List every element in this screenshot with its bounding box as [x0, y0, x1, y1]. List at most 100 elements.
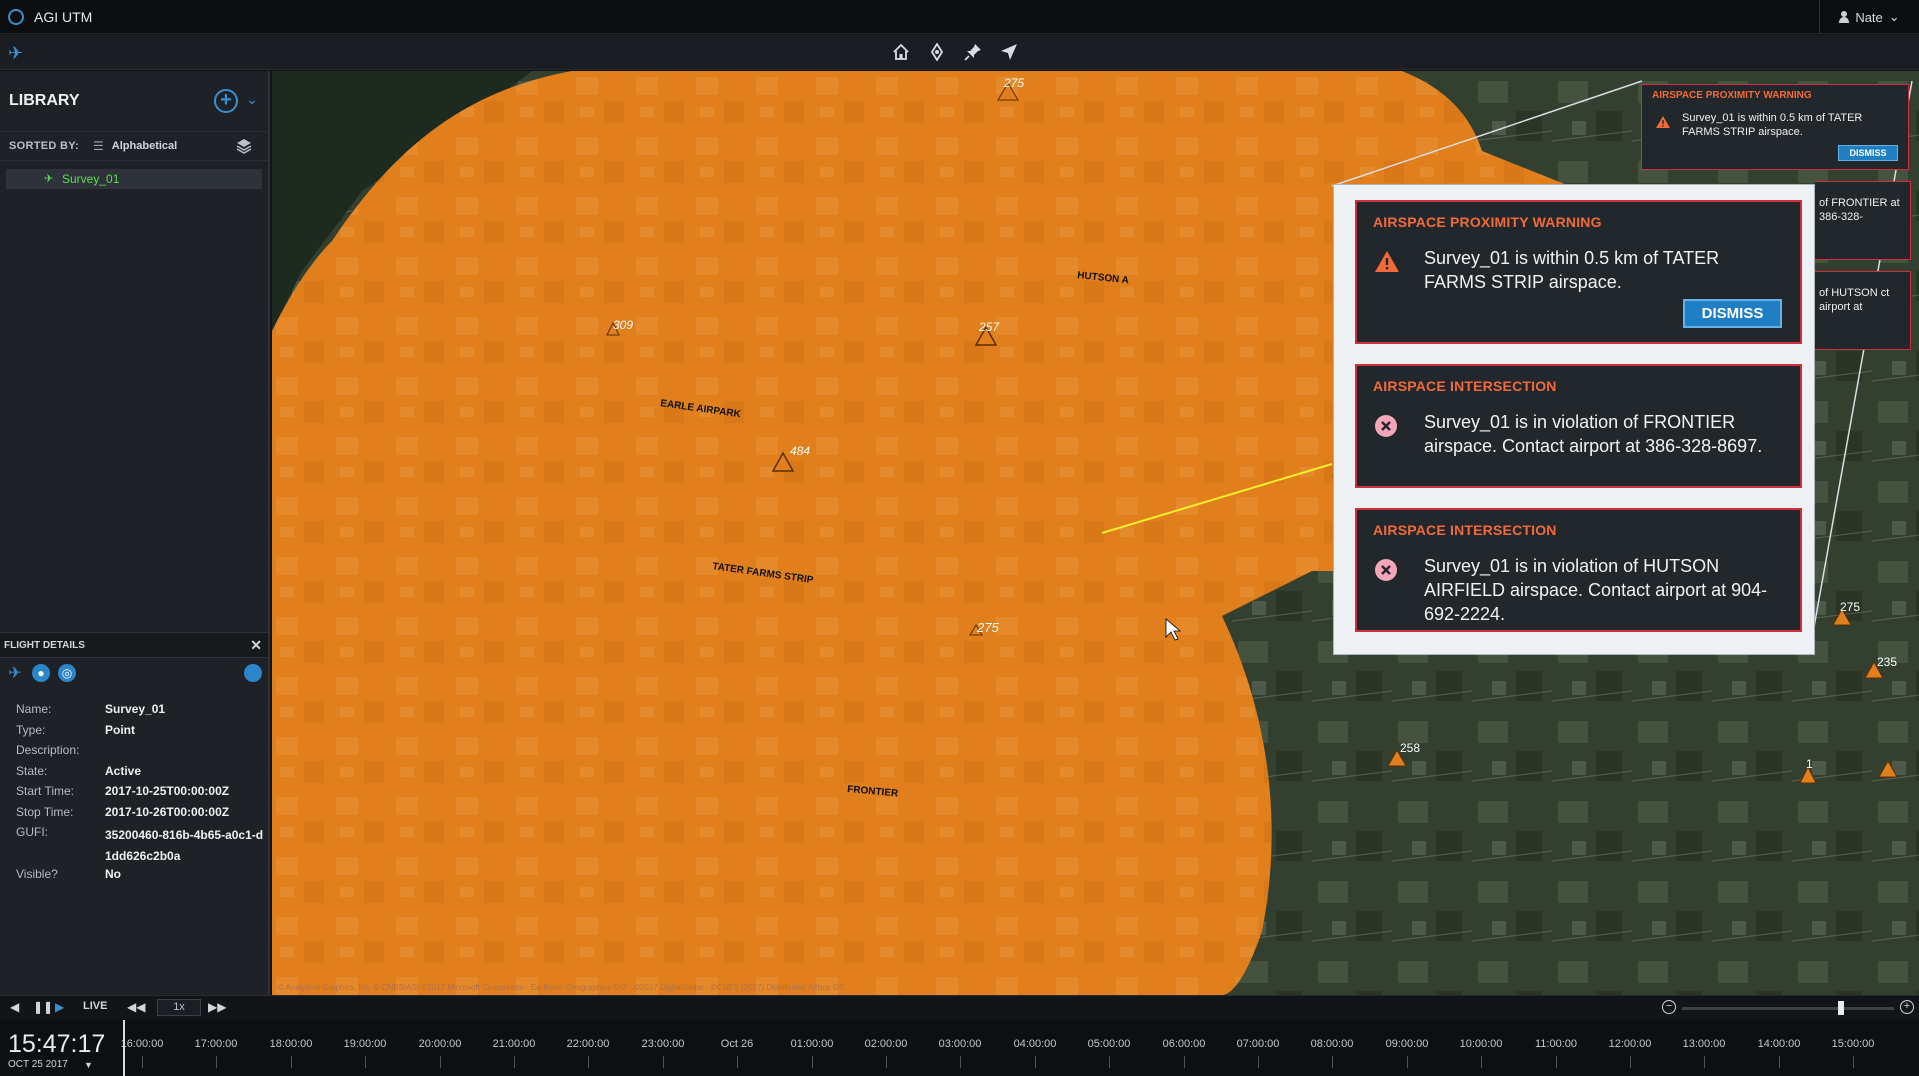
timeline-tick: [737, 1056, 738, 1068]
timeline-tick: [1630, 1056, 1631, 1068]
waypoint-icon[interactable]: [926, 41, 948, 63]
marker-label: 484: [790, 444, 810, 458]
error-icon: [1375, 559, 1397, 586]
add-icon[interactable]: +: [214, 89, 238, 113]
zoom-out-icon[interactable]: −: [1662, 1000, 1676, 1014]
layers-icon[interactable]: [236, 138, 252, 157]
timeline-tick-label: 14:00:00: [1757, 1038, 1801, 1050]
timeline-tick-label: 23:00:00: [641, 1038, 685, 1050]
airplane-icon[interactable]: ✈: [6, 664, 24, 682]
agi-logo-icon: [8, 8, 24, 25]
timeline-tick: [663, 1056, 664, 1068]
sorted-by-label: SORTED BY:: [9, 140, 80, 152]
proximity-warning-alert: AIRSPACE PROXIMITY WARNING Survey_01 is …: [1355, 200, 1802, 344]
timeline-tick: [1556, 1056, 1557, 1068]
gufi-value[interactable]: 35200460-816b-4b65-a0c1-d1dd626c2b0a: [105, 825, 265, 867]
detail-key: State:: [16, 763, 48, 778]
rewind-icon[interactable]: ◀◀: [127, 1000, 145, 1014]
timeline-tick: [886, 1056, 887, 1068]
timeline-cursor[interactable]: [123, 1020, 125, 1076]
detail-value: Survey_01: [105, 702, 166, 716]
dismiss-button[interactable]: DISMISS: [1683, 299, 1782, 328]
timeline-tick-label: 06:00:00: [1162, 1038, 1206, 1050]
zoom-slider-thumb[interactable]: [1838, 1001, 1844, 1015]
app-title: AGI UTM: [34, 8, 93, 25]
detail-value: Point: [105, 722, 135, 737]
database-icon[interactable]: ●: [32, 664, 50, 682]
mini-warning-title: AIRSPACE PROXIMITY WARNING: [1652, 90, 1812, 101]
warning-icon: [1375, 251, 1399, 277]
timeline-tick: [514, 1056, 515, 1068]
detail-row: Type: Point: [16, 723, 265, 744]
alert-title: AIRSPACE PROXIMITY WARNING: [1373, 214, 1602, 230]
mini-dismiss-button[interactable]: DISMISS: [1838, 145, 1898, 161]
marker-label: 235: [1877, 655, 1897, 669]
alert-title: AIRSPACE INTERSECTION: [1373, 378, 1557, 394]
detail-key: GUFI:: [16, 825, 48, 839]
warning-icon: [1656, 115, 1670, 133]
detail-value: 2017-10-26T00:00:00Z: [105, 804, 230, 819]
timeline-tick: [216, 1056, 217, 1068]
timeline[interactable]: 15:47:17 OCT 25 2017 ▼ 16:00:00 17:00:00 1…: [0, 1020, 1919, 1076]
home-icon[interactable]: [890, 41, 912, 63]
timeline-tick-label: 16:00:00: [120, 1038, 164, 1050]
fast-forward-icon[interactable]: ▶▶: [208, 1000, 226, 1014]
flight-details-header: FLIGHT DETAILS ✕: [0, 632, 268, 658]
timeline-tick-label: 07:00:00: [1236, 1038, 1280, 1050]
zoom-slider-track[interactable]: [1682, 1007, 1894, 1010]
marker-label: 257: [978, 320, 1000, 334]
pause-icon[interactable]: ❚❚: [33, 1000, 53, 1014]
timeline-tick: [1779, 1056, 1780, 1068]
sort-value[interactable]: Alphabetical: [112, 140, 177, 152]
timeline-tick-label: 04:00:00: [1013, 1038, 1057, 1050]
timeline-tick: [1109, 1056, 1110, 1068]
timeline-tick-label: 20:00:00: [418, 1038, 462, 1050]
timeline-tick-label: 15:00:00: [1831, 1038, 1875, 1050]
timeline-tick-label: 22:00:00: [566, 1038, 610, 1050]
airplane-icon[interactable]: ✈: [8, 43, 23, 64]
timeline-labels: 16:00:00 17:00:00 18:00:00 19:00:00 20:00:00…: [0, 1020, 1919, 1076]
left-panel: LIBRARY + ⌄ SORTED BY: ☰ Alphabetical ✈ …: [0, 71, 270, 995]
zoom-in-icon[interactable]: +: [1900, 1000, 1914, 1014]
marker-label: 275: [1003, 76, 1024, 90]
chevron-down-icon[interactable]: ⌄: [246, 91, 258, 108]
speed-input[interactable]: 1x: [157, 999, 201, 1016]
mini-proximity-warning: AIRSPACE PROXIMITY WARNING Survey_01 is …: [1641, 84, 1909, 170]
detail-row: Visible? No: [16, 867, 265, 888]
timeline-tick-label: 21:00:00: [492, 1038, 536, 1050]
timeline-tick-label: 11:00:00: [1534, 1038, 1578, 1050]
library-title: LIBRARY: [9, 92, 80, 109]
sort-list-icon[interactable]: ☰: [93, 139, 104, 153]
timeline-tick: [291, 1056, 292, 1068]
app-window: AGI UTM Nate ⌄ ✈ LIBRARY + ⌄ SORTED BY: …: [0, 0, 1919, 1076]
timeline-tick-label: 03:00:00: [938, 1038, 982, 1050]
detail-row: Name: Survey_01: [16, 702, 265, 723]
play-icon[interactable]: ▶: [55, 1000, 64, 1014]
pin-icon[interactable]: [962, 41, 984, 63]
close-icon[interactable]: ✕: [250, 637, 262, 654]
user-menu[interactable]: Nate ⌄: [1819, 0, 1919, 34]
intersection-alert-frontier: AIRSPACE INTERSECTION Survey_01 is in vi…: [1355, 364, 1802, 488]
timeline-tick-label: 13:00:00: [1682, 1038, 1726, 1050]
user-name: Nate: [1855, 9, 1883, 25]
alert-message: Survey_01 is within 0.5 km of TATER FARM…: [1424, 248, 1720, 292]
step-back-icon[interactable]: ◀: [10, 1000, 19, 1014]
globe-icon[interactable]: ◎: [58, 664, 76, 682]
clock-icon[interactable]: [244, 664, 262, 682]
library-item-survey-01[interactable]: ✈ Survey_01: [6, 169, 262, 189]
live-button[interactable]: LIVE: [83, 1000, 107, 1012]
detail-row: Start Time: 2017-10-25T00:00:00Z: [16, 784, 265, 805]
detail-row: Description:: [16, 743, 265, 764]
timeline-tick-label: Oct 26: [720, 1038, 754, 1050]
navigate-icon[interactable]: [998, 41, 1020, 63]
timeline-tick: [440, 1056, 441, 1068]
alert-message: Survey_01 is in violation of HUTSON AIRF…: [1424, 556, 1768, 624]
side-alert-card: of FRONTIER at 386-328-: [1815, 181, 1911, 260]
timeline-tick: [1332, 1056, 1333, 1068]
detail-row: Stop Time: 2017-10-26T00:00:00Z: [16, 805, 265, 826]
airplane-icon: ✈: [44, 173, 54, 185]
title-bar: AGI UTM Nate ⌄: [0, 0, 1919, 34]
side-alert-card: of HUTSON ct airport at: [1815, 271, 1911, 350]
flight-details-title: FLIGHT DETAILS: [4, 639, 85, 651]
timeline-tick-label: 02:00:00: [864, 1038, 908, 1050]
